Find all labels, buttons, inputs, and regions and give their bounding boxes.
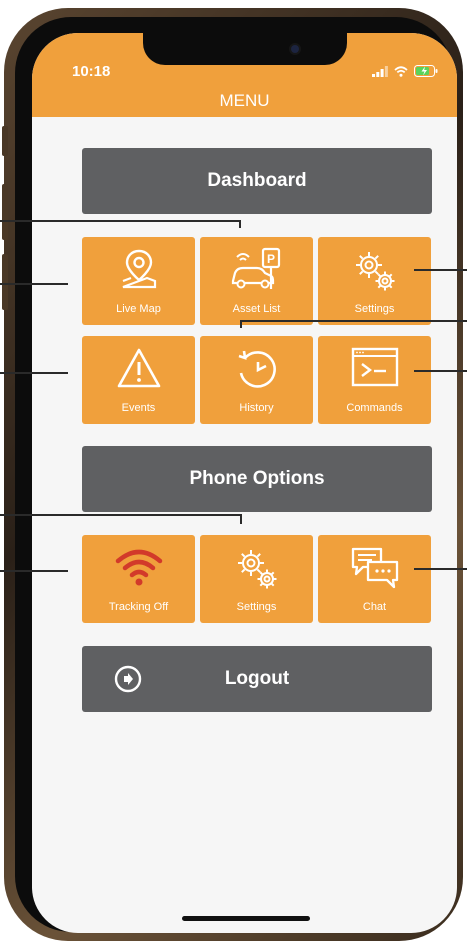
history-tile[interactable]: History [200,336,313,424]
callout-line-asset-list-drop [239,220,241,228]
callout-line-phone-settings [0,514,241,516]
tile-label: Tracking Off [108,601,169,613]
tile-label: Commands [346,402,403,414]
phone-options-label: Phone Options [189,468,325,489]
callout-line-events [0,372,68,374]
chat-tile[interactable]: Chat [318,535,431,623]
callout-line-settings [414,269,467,271]
front-camera [291,45,299,53]
callout-line-tracking-off [0,570,68,572]
events-tile[interactable]: Events [82,336,195,424]
tile-label: Settings [354,303,395,315]
tile-label: Chat [362,601,387,613]
status-time: 10:18 [72,63,111,80]
callout-line-chat [414,568,467,570]
callout-line-live-map [0,283,68,285]
cellular-signal-icon [372,64,388,82]
device-notch [143,33,347,65]
callout-line-phone-settings-drop [240,514,242,524]
page-title: MENU [219,91,270,110]
battery-charging-icon [414,64,438,82]
home-indicator[interactable] [182,916,310,921]
mute-switch [2,126,8,156]
wifi-status-icon [394,64,408,82]
callout-line-history-drop [240,320,242,328]
svg-text:P: P [266,252,274,266]
volume-down-button [2,254,8,310]
bezel: 10:18 MENU Dashboard Live Map P Asset Li… [15,17,457,933]
app-screen: 10:18 MENU Dashboard Live Map P Asset Li… [32,33,457,933]
phone-options-button[interactable]: Phone Options [82,446,432,512]
phone-settings-tile[interactable]: Settings [200,535,313,623]
live-map-tile[interactable]: Live Map [82,237,195,325]
tile-label: Settings [236,601,277,613]
tile-label: Live Map [116,303,161,315]
dashboard-label: Dashboard [207,170,307,191]
tracking-off-tile[interactable]: Tracking Off [82,535,195,623]
phone-frame: 10:18 MENU Dashboard Live Map P Asset Li… [2,8,463,941]
commands-tile[interactable]: Commands [318,336,431,424]
callout-line-history [241,320,467,322]
dashboard-settings-tile[interactable]: Settings [318,237,431,325]
tile-label: Asset List [232,303,281,315]
logout-icon [114,665,142,699]
status-icons [372,64,438,82]
tile-label: History [239,402,274,414]
callout-line-asset-list [0,220,240,222]
logout-label: Logout [224,668,290,689]
asset-list-tile[interactable]: P Asset List [200,237,313,325]
dashboard-button[interactable]: Dashboard [82,148,432,214]
logout-button[interactable]: Logout [82,646,432,712]
tile-label: Events [121,402,156,414]
callout-line-commands [414,370,467,372]
volume-up-button [2,184,8,240]
